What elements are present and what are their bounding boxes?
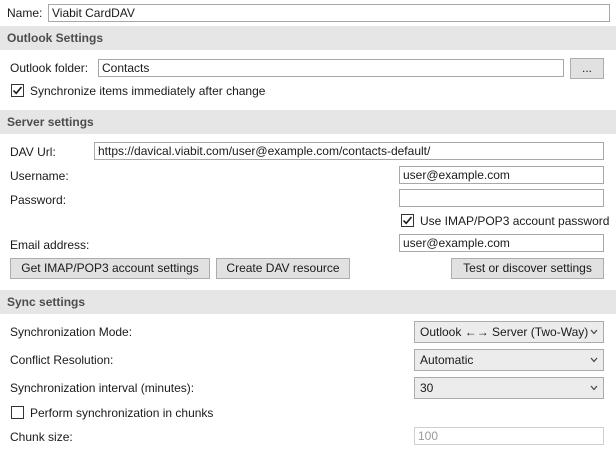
sync-interval-label: Synchronization interval (minutes):	[10, 381, 195, 395]
name-input[interactable]: Viabit CardDAV	[48, 4, 610, 22]
use-imap-password-label: Use IMAP/POP3 account password	[420, 214, 610, 228]
checkmark-icon	[402, 216, 413, 225]
use-imap-password-checkbox[interactable]	[401, 214, 414, 227]
chunks-checkbox[interactable]	[11, 406, 24, 419]
email-address-input[interactable]: user@example.com	[399, 234, 604, 252]
browse-folder-button[interactable]: ...	[570, 58, 604, 79]
chevron-down-icon	[590, 357, 598, 363]
outlook-folder-label: Outlook folder:	[10, 61, 89, 75]
dav-url-input[interactable]: https://davical.viabit.com/user@example.…	[94, 142, 604, 160]
conflict-resolution-value: Automatic	[420, 353, 474, 367]
password-input[interactable]	[399, 189, 604, 207]
outlook-folder-input[interactable]: Contacts	[98, 59, 564, 77]
conflict-resolution-dropdown[interactable]: Automatic	[414, 349, 604, 371]
chunks-label: Perform synchronization in chunks	[30, 406, 214, 420]
username-input[interactable]: user@example.com	[399, 166, 604, 184]
create-dav-resource-button[interactable]: Create DAV resource	[216, 258, 350, 279]
sync-settings-header: Sync settings	[0, 290, 616, 314]
test-discover-settings-button[interactable]: Test or discover settings	[451, 258, 604, 279]
outlook-settings-header: Outlook Settings	[0, 26, 616, 50]
name-label: Name:	[7, 6, 43, 20]
email-address-label: Email address:	[10, 238, 90, 252]
chunk-size-label: Chunk size:	[10, 430, 73, 444]
conflict-resolution-label: Conflict Resolution:	[10, 353, 114, 367]
server-settings-header: Server settings	[0, 110, 616, 134]
sync-interval-value: 30	[420, 381, 434, 395]
sync-immediately-label: Synchronize items immediately after chan…	[30, 84, 266, 98]
chevron-down-icon	[590, 385, 598, 391]
get-imap-settings-button[interactable]: Get IMAP/POP3 account settings	[10, 258, 210, 279]
sync-interval-dropdown[interactable]: 30	[414, 377, 604, 399]
sync-mode-label: Synchronization Mode:	[10, 325, 133, 339]
password-label: Password:	[10, 193, 67, 207]
sync-mode-dropdown[interactable]: Outlook ←→ Server (Two-Way)	[414, 321, 604, 343]
dav-url-label: DAV Url:	[10, 145, 56, 159]
sync-immediately-checkbox[interactable]	[11, 84, 24, 97]
username-label: Username:	[10, 169, 69, 183]
chevron-down-icon	[590, 329, 598, 335]
sync-mode-value: Outlook ←→ Server (Two-Way)	[420, 325, 589, 339]
checkmark-icon	[12, 86, 23, 95]
chunk-size-input[interactable]: 100	[414, 427, 604, 445]
